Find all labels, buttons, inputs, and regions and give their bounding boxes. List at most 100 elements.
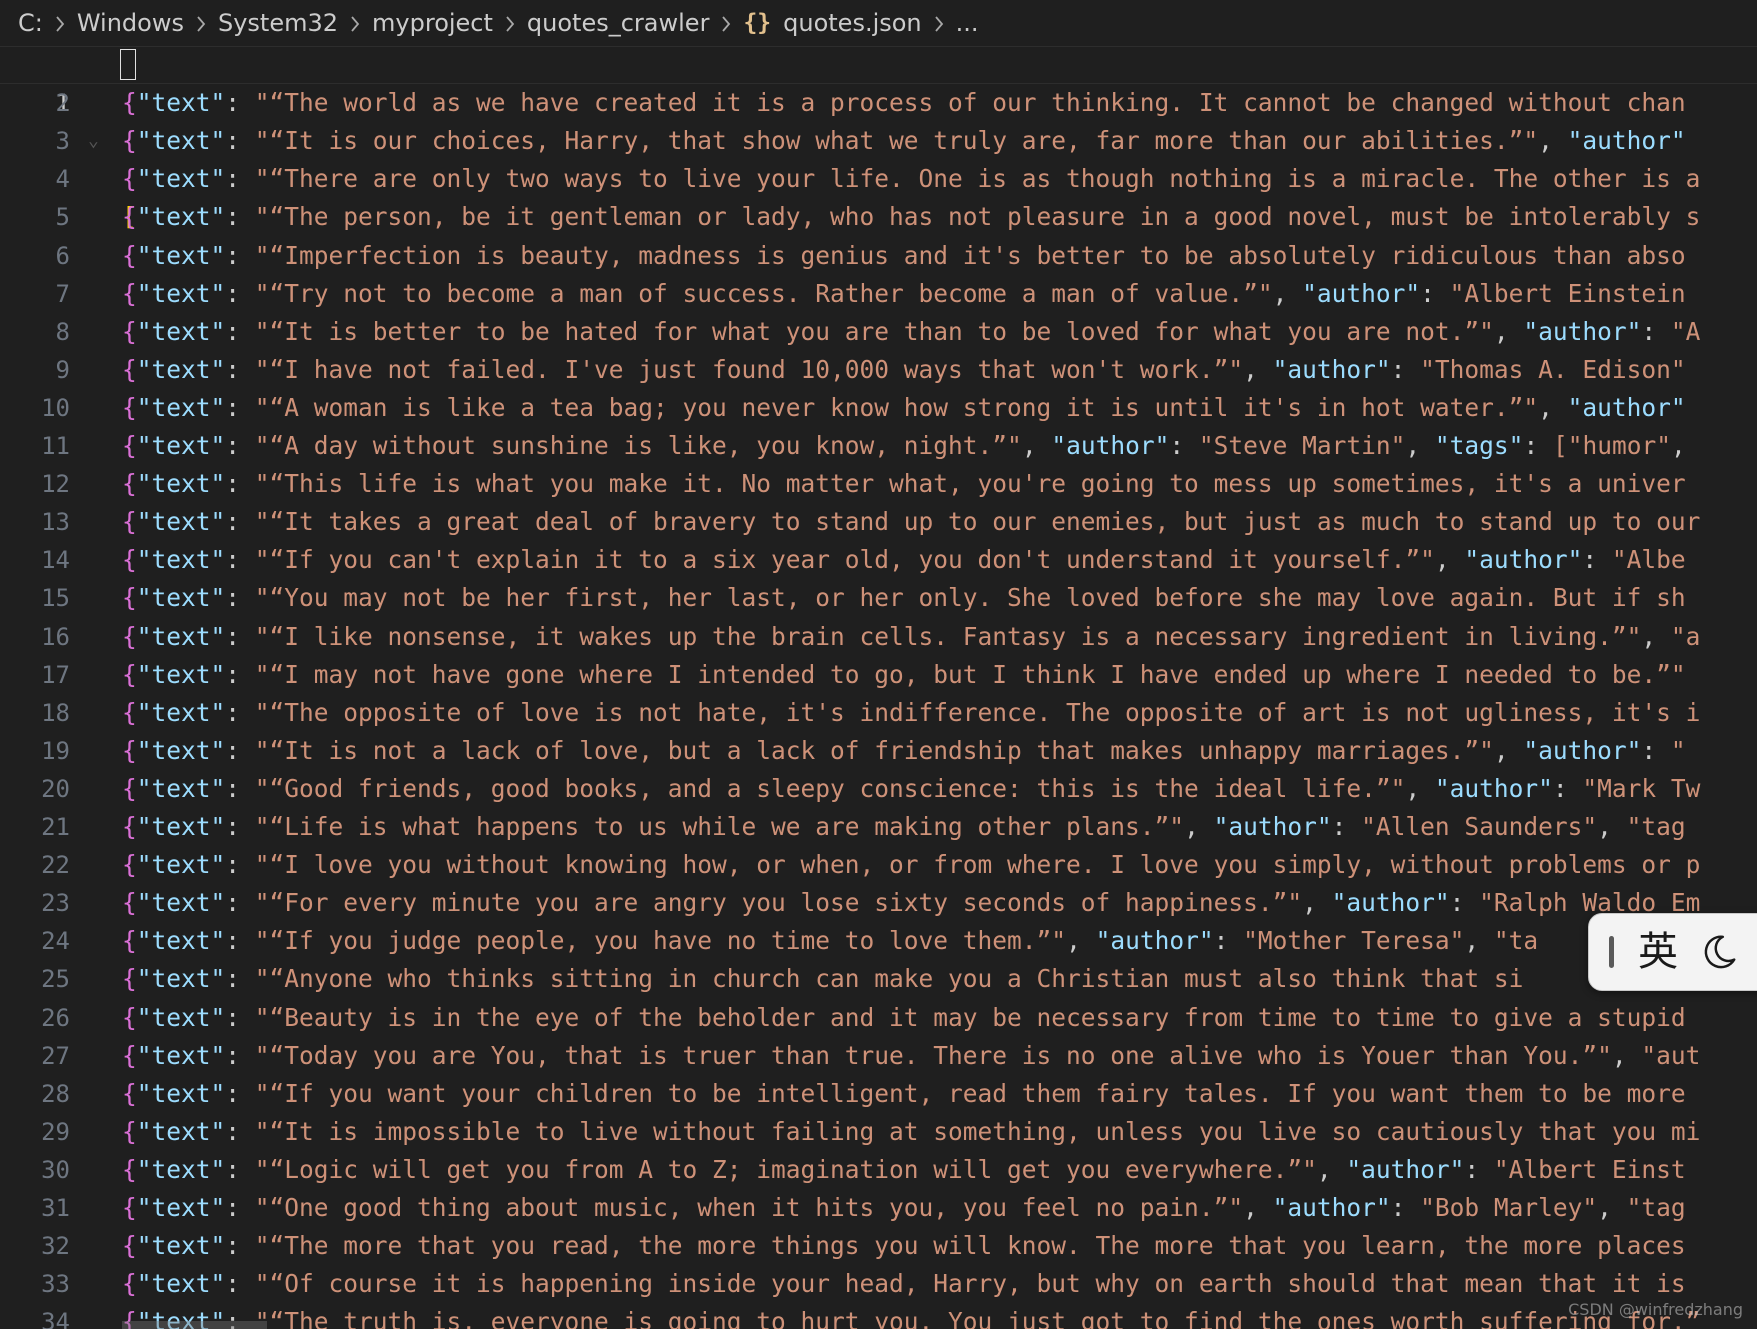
json-string: "“It is our choices, Harry, that show wh… (254, 126, 1539, 156)
json-string (1258, 355, 1273, 384)
breadcrumb-myproject[interactable]: myproject (372, 9, 493, 37)
code-line-current[interactable]: 1 ⌄ [ (0, 46, 1757, 231)
code-line[interactable]: 31 {"text": "“One good thing about music,… (0, 1189, 1757, 1227)
json-key: "text" (136, 1002, 226, 1032)
breadcrumb-system32[interactable]: System32 (218, 9, 338, 37)
json-string: "Steve Martin" (1184, 431, 1406, 460)
punctuation: , (1538, 126, 1553, 156)
breadcrumb-windows[interactable]: Windows (77, 9, 184, 37)
json-string (1332, 1155, 1347, 1184)
code-line[interactable]: 28 {"text": "“If you want your children t… (0, 1075, 1757, 1113)
code-line[interactable]: 30 {"text": "“Logic will get you from A t… (0, 1151, 1757, 1189)
punctuation: , (1021, 431, 1037, 460)
code-line[interactable]: 20 {"text": "“Good friends, good books, a… (0, 770, 1757, 808)
code-line[interactable]: 23 {"text": "“For every minute you are an… (0, 884, 1757, 922)
json-key: "text" (136, 278, 226, 308)
object-open-brace: { (122, 1231, 137, 1261)
breadcrumb-quotes-crawler[interactable]: quotes_crawler (527, 9, 710, 37)
code-line[interactable]: 5 {"text": "“The person, be it gentleman … (0, 198, 1757, 236)
code-line[interactable]: 26 {"text": "“Beauty is in the eye of the… (0, 999, 1757, 1037)
json-string: "“If you can't explain it to a six year … (254, 545, 1435, 575)
line-number: 7 (55, 279, 70, 308)
watermark: CSDN @winfredzhang (1568, 1300, 1743, 1319)
code-line[interactable]: 13 {"text": "“It takes a great deal of br… (0, 503, 1757, 541)
json-string: "“Try not to become a man of success. Ra… (254, 278, 1273, 308)
code-line[interactable]: 17 {"text": "“I may not have gone where I… (0, 656, 1757, 694)
code-line[interactable]: 18 {"text": "“The opposite of love is not… (0, 694, 1757, 732)
json-string: "A (1656, 316, 1701, 346)
code-line[interactable]: 9 {"text": "“I have not failed. I've just… (0, 351, 1757, 389)
json-string: "“I have not failed. I've just found 10,… (254, 354, 1244, 384)
json-key: "author" (1272, 354, 1391, 384)
code-text: {"text": "“Good friends, good books, and… (122, 770, 1700, 808)
colon: : (225, 240, 255, 270)
ime-toolbar[interactable]: 英 (1588, 913, 1757, 991)
json-string: "“Anyone who thinks sitting in church ca… (254, 964, 1524, 994)
breadcrumb-symbols[interactable]: ... (956, 9, 979, 37)
moon-icon[interactable] (1700, 933, 1738, 971)
colon: : (225, 621, 255, 651)
object-open-brace: { (122, 316, 137, 346)
punctuation: , (1302, 888, 1317, 918)
object-open-brace: { (122, 888, 137, 918)
json-key: "tags" (1434, 431, 1524, 460)
code-text: {"text": "“It takes a great deal of brav… (122, 503, 1700, 541)
ime-language-toggle[interactable]: 英 (1638, 932, 1678, 972)
code-line[interactable]: 4 {"text": "“There are only two ways to l… (0, 160, 1757, 198)
code-text: {"text": "“One good thing about music, w… (122, 1189, 1686, 1227)
punctuation: : (1420, 278, 1435, 308)
json-key: "text" (136, 354, 226, 384)
code-line[interactable]: 12 {"text": "“This life is what you make … (0, 465, 1757, 503)
code-text: {"text": "“If you judge people, you have… (122, 922, 1538, 960)
json-string: "“The opposite of love is not hate, it's… (254, 697, 1701, 727)
code-line[interactable]: 15 {"text": "“You may not be her first, h… (0, 579, 1757, 617)
code-line[interactable]: 32 {"text": "“The more that you read, the… (0, 1227, 1757, 1265)
code-line[interactable]: 2 {"text": "“The world as we have created… (0, 84, 1757, 122)
breadcrumb-quotes-json[interactable]: {} quotes.json (743, 9, 921, 37)
punctuation: , (1434, 545, 1450, 575)
json-key: "text" (136, 583, 226, 613)
code-text: {"text": "“Beauty is in the eye of the b… (122, 999, 1686, 1037)
json-key: "author" (1272, 1193, 1391, 1222)
text-cursor (120, 49, 136, 80)
code-line[interactable]: 24 {"text": "“If you judge people, you ha… (0, 922, 1757, 960)
code-line[interactable]: 14 {"text": "“If you can't explain it to … (0, 541, 1757, 579)
code-line[interactable]: 6 {"text": "“Imperfection is beauty, madn… (0, 237, 1757, 275)
line-number: 29 (41, 1117, 70, 1146)
horizontal-scrollbar[interactable] (122, 1321, 267, 1329)
json-key: "text" (136, 88, 226, 118)
code-line[interactable]: 3 {"text": "“It is our choices, Harry, th… (0, 122, 1757, 160)
colon: : (225, 431, 255, 460)
json-key: "author" (1051, 431, 1170, 460)
code-line[interactable]: 29 {"text": "“It is impossible to live wi… (0, 1113, 1757, 1151)
code-line[interactable]: 7 {"text": "“Try not to become a man of s… (0, 275, 1757, 313)
object-open-brace: { (122, 202, 137, 232)
drag-handle[interactable] (1609, 936, 1614, 968)
json-key: "text" (136, 888, 226, 918)
punctuation: , (1243, 1193, 1258, 1222)
breadcrumb: C: Windows System32 myproject quotes_cra… (0, 0, 1757, 46)
code-line[interactable]: 10 {"text": "“A woman is like a tea bag; … (0, 389, 1757, 427)
colon: : (225, 735, 255, 765)
json-key: "text" (136, 507, 226, 537)
json-string: "Bob Marley" (1405, 1193, 1598, 1222)
code-line[interactable]: 16 {"text": "“I like nonsense, it wakes u… (0, 618, 1757, 656)
code-editor[interactable]: 1 ⌄ [ 2 {"text": "“The world as we have c… (0, 46, 1757, 1329)
code-line[interactable]: 27 {"text": "“Today you are You, that is … (0, 1037, 1757, 1075)
breadcrumb-drive[interactable]: C: (18, 9, 43, 37)
code-line[interactable]: 11 {"text": "“A day without sunshine is l… (0, 427, 1757, 465)
chevron-right-icon (922, 9, 956, 37)
object-open-brace: { (122, 964, 137, 994)
code-line[interactable]: 21 {"text": "“Life is what happens to us … (0, 808, 1757, 846)
json-string: "“It is impossible to live without faili… (254, 1116, 1701, 1146)
code-line[interactable]: 8 {"text": "“It is better to be hated for… (0, 313, 1757, 351)
code-line[interactable]: 19 {"text": "“It is not a lack of love, b… (0, 732, 1757, 770)
colon: : (225, 88, 255, 118)
code-line[interactable]: 22 {"text": "“I love you without knowing … (0, 846, 1757, 884)
json-key: "text" (136, 164, 226, 194)
line-number: 16 (41, 622, 70, 651)
line-number: 6 (55, 241, 70, 270)
json-key: "author" (1523, 316, 1642, 346)
code-line[interactable]: 33 {"text": "“Of course it is happening i… (0, 1265, 1757, 1303)
code-line[interactable]: 25 {"text": "“Anyone who thinks sitting i… (0, 960, 1757, 998)
